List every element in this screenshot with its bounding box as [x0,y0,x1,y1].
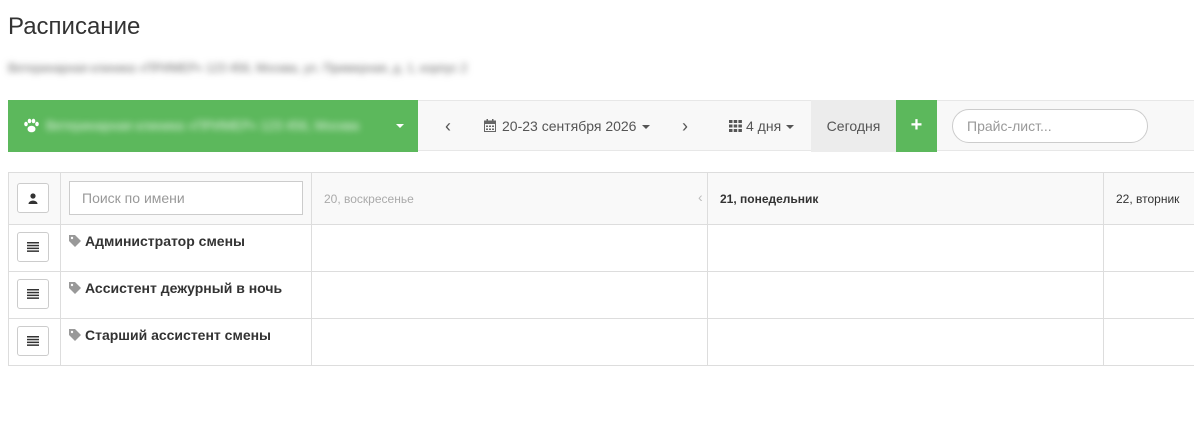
page-subtitle: Ветеринарная клиника «ПРИМЕР» 123 456, М… [8,61,468,75]
list-icon [27,242,39,252]
name-search-input[interactable] [69,181,303,215]
prev-period-button[interactable]: ‹ [438,116,458,137]
role-label: Ассистент дежурный в ночь [69,280,282,296]
days-count-select[interactable]: 4 дня [729,118,795,134]
clinic-select[interactable]: Ветеринарная клиника «ПРИМЕР» 123 456, М… [8,100,418,152]
add-button[interactable]: + [896,100,937,152]
toolbar: Ветеринарная клиника «ПРИМЕР» 123 456, М… [8,100,1194,152]
next-period-button[interactable]: › [675,116,695,137]
table-row: Администратор смены [8,225,1194,272]
calendar-icon [484,119,496,132]
grid-divider [60,173,61,365]
row-menu-button[interactable] [17,232,49,262]
tag-icon [69,282,81,294]
grid-divider [707,173,708,365]
paw-icon [24,118,39,133]
day-header-monday: 21, понедельник [720,192,819,206]
clinic-name: Ветеринарная клиника «ПРИМЕР» 123 456, М… [46,118,360,133]
role-label: Администратор смены [69,233,245,249]
today-button[interactable]: Сегодня [811,100,896,152]
row-menu-button[interactable] [17,326,49,356]
chevron-down-icon [642,125,651,130]
grid-divider [8,173,9,365]
role-name: Ассистент дежурный в ночь [85,280,283,296]
user-filter-button[interactable] [17,183,49,213]
list-icon [27,336,39,346]
chevron-down-icon [396,124,404,128]
page-title: Расписание [8,13,141,40]
price-list-search-input[interactable] [952,109,1148,143]
row-menu-button[interactable] [17,279,49,309]
schedule-grid: 20, воскресенье ‹ 21, понедельник 22, вт… [8,172,1194,366]
days-count-label: 4 дня [746,118,782,134]
list-icon [27,289,39,299]
table-row: Ассистент дежурный в ночь [8,272,1194,319]
role-label: Старший ассистент смены [69,327,271,343]
schedule-header-row: 20, воскресенье ‹ 21, понедельник 22, вт… [8,173,1194,225]
grid-icon [729,120,742,132]
table-row: Старший ассистент смены [8,319,1194,366]
date-range-select[interactable]: 20-23 сентября 2026 [484,118,651,134]
tag-icon [69,329,81,341]
date-range-label: 20-23 сентября 2026 [502,118,637,134]
day-header-tuesday: 22, вторник [1116,192,1180,206]
chevron-down-icon [786,125,795,130]
chevron-left-icon[interactable]: ‹ [698,189,703,205]
role-name: Старший ассистент смены [85,327,272,343]
grid-divider [1103,173,1104,365]
role-name: Администратор смены [85,233,246,249]
grid-divider [311,173,312,365]
tag-icon [69,235,81,247]
user-icon [28,192,38,204]
day-header-sunday: 20, воскресенье [324,192,414,206]
